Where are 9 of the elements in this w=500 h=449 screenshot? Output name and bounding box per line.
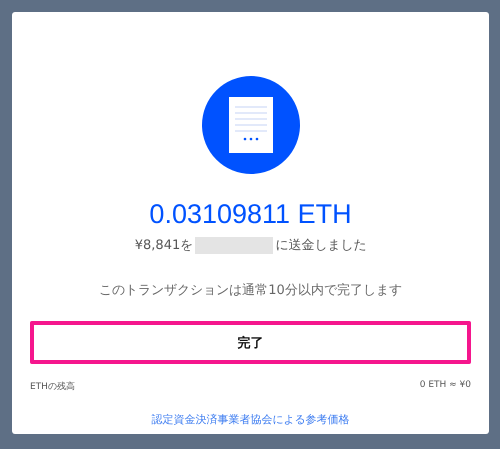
amount-text: 0.03109811 ETH	[149, 198, 352, 230]
balance-label: ETHの残高	[30, 380, 75, 393]
sent-text: に送金しました	[275, 237, 366, 254]
notice-text: このトランザクションは通常10分以内で完了します	[99, 282, 402, 299]
sent-amount-text: ¥8,841を	[134, 237, 194, 254]
done-button[interactable]: 完了	[30, 321, 471, 364]
balance-value: 0 ETH ≈ ¥0	[420, 380, 471, 392]
document-icon	[202, 76, 300, 174]
reference-price-link[interactable]: 認定資金決済事業者協会による参考価格	[152, 412, 350, 427]
